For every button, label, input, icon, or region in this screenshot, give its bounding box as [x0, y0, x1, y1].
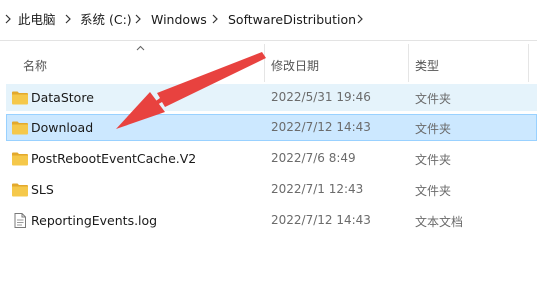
file-type: 文件夹 — [415, 92, 452, 106]
file-row-sls[interactable]: SLS 2022/7/1 12:43 文件夹 — [6, 176, 537, 203]
breadcrumb-item-softwaredistribution[interactable]: SoftwareDistribution — [228, 12, 356, 28]
column-header-date-modified[interactable]: 修改日期 — [271, 57, 319, 74]
file-name: PostRebootEventCache.V2 — [31, 151, 197, 166]
breadcrumb-item-c-drive[interactable]: 系统 (C:) — [80, 12, 132, 28]
address-bar[interactable]: 此电脑 系统 (C:) Windows SoftwareDistribution — [0, 0, 537, 41]
file-type: 文本文档 — [415, 215, 464, 229]
file-name: ReportingEvents.log — [31, 213, 158, 228]
file-row-postrebooteventcache[interactable]: PostRebootEventCache.V2 2022/7/6 8:49 文件… — [6, 145, 537, 172]
file-date-modified: 2022/7/12 14:43 — [271, 120, 371, 134]
column-header-type[interactable]: 类型 — [415, 57, 439, 74]
folder-icon — [12, 121, 28, 135]
breadcrumb-item-windows[interactable]: Windows — [151, 12, 207, 28]
file-name: DataStore — [31, 90, 94, 105]
file-date-modified: 2022/5/31 19:46 — [271, 90, 371, 104]
file-row-reportingevents-log[interactable]: ReportingEvents.log 2022/7/12 14:43 文本文档 — [6, 207, 537, 234]
chevron-right-icon[interactable] — [210, 11, 220, 27]
file-name: SLS — [31, 182, 54, 197]
chevron-right-icon[interactable] — [3, 11, 13, 27]
file-type: 文件夹 — [415, 122, 452, 136]
chevron-right-icon[interactable] — [63, 11, 73, 27]
chevron-right-icon[interactable] — [355, 11, 365, 27]
folder-icon — [12, 183, 28, 197]
folder-icon — [12, 152, 28, 166]
file-date-modified: 2022/7/6 8:49 — [271, 151, 356, 165]
chevron-right-icon[interactable] — [133, 11, 143, 27]
file-date-modified: 2022/7/12 14:43 — [271, 213, 371, 227]
sort-ascending-icon — [136, 45, 145, 51]
file-row-datastore[interactable]: DataStore 2022/5/31 19:46 文件夹 — [6, 84, 537, 111]
file-type: 文件夹 — [415, 153, 452, 167]
file-name: Download — [31, 120, 94, 135]
column-header-name[interactable]: 名称 — [23, 57, 47, 74]
breadcrumb-item-this-pc[interactable]: 此电脑 — [18, 12, 56, 28]
column-divider[interactable] — [264, 44, 265, 82]
file-type: 文件夹 — [415, 184, 452, 198]
column-divider[interactable] — [408, 44, 409, 82]
file-row-download[interactable]: Download 2022/7/12 14:43 文件夹 — [6, 114, 537, 141]
column-header: 名称 修改日期 类型 — [0, 44, 537, 82]
file-date-modified: 2022/7/1 12:43 — [271, 182, 364, 196]
column-divider[interactable] — [528, 44, 529, 82]
folder-icon — [12, 91, 28, 105]
text-file-icon — [14, 213, 26, 228]
